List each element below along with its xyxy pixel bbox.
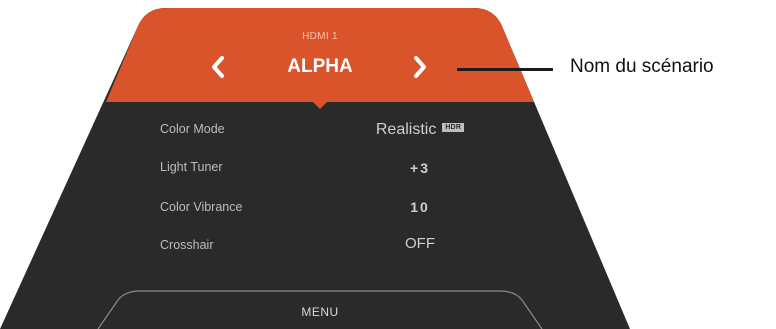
menu-button[interactable]: MENU xyxy=(260,305,380,319)
crosshair-label: Crosshair xyxy=(160,238,214,252)
color-vibrance-value[interactable]: 10 xyxy=(330,199,510,215)
osd-header-bar xyxy=(106,8,534,102)
input-source-label: HDMI 1 xyxy=(302,31,338,42)
light-tuner-value[interactable]: +3 xyxy=(330,160,510,176)
color-mode-value[interactable]: Realistic HDR xyxy=(330,121,510,139)
color-mode-label: Color Mode xyxy=(160,122,225,136)
crosshair-value[interactable]: OFF xyxy=(330,235,510,252)
chevron-left-icon[interactable] xyxy=(207,54,229,80)
hdr-badge: HDR xyxy=(442,123,465,133)
light-tuner-label: Light Tuner xyxy=(160,160,223,174)
callout-label: Nom du scénario xyxy=(570,56,714,77)
color-mode-value-text: Realistic xyxy=(375,121,437,138)
color-vibrance-label: Color Vibrance xyxy=(160,200,243,214)
scenario-name: ALPHA xyxy=(287,56,353,77)
callout-leader-line xyxy=(457,68,553,71)
chevron-right-icon[interactable] xyxy=(409,54,431,80)
osd-illustration: HDMI 1 ALPHA Color Mode Realistic HDR Lig… xyxy=(0,0,776,329)
